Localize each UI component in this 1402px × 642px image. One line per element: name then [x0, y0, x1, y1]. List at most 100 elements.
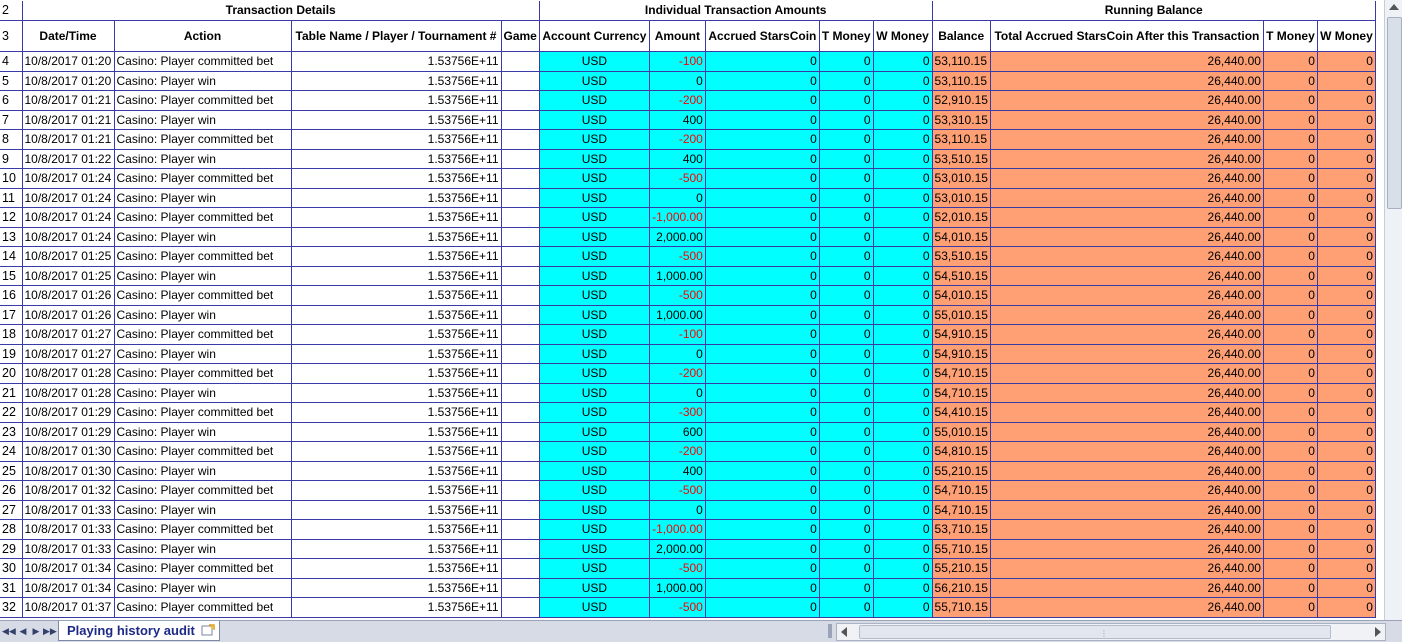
cell-balance[interactable]: 54,410.15 — [932, 402, 991, 423]
cell-date[interactable]: 10/8/2017 01:30 — [22, 441, 115, 462]
cell-game[interactable] — [501, 578, 540, 598]
row-number[interactable]: 18 — [0, 324, 23, 345]
cell-w-money-running[interactable]: 0 — [1317, 402, 1376, 423]
cell-amount[interactable]: 0 — [649, 500, 706, 520]
cell-w-money-running[interactable]: 0 — [1317, 168, 1376, 189]
cell-date[interactable]: 10/8/2017 01:26 — [22, 305, 115, 325]
cell-currency[interactable]: USD — [539, 422, 650, 442]
cell-game[interactable] — [501, 90, 540, 111]
cell-currency[interactable]: USD — [539, 519, 650, 540]
cell-amount[interactable]: -500 — [649, 285, 706, 306]
horizontal-scroll-thumb[interactable]: ⋮ — [859, 625, 1331, 639]
cell-total-accrued[interactable]: 26,440.00 — [990, 363, 1264, 384]
header-action[interactable]: Action — [114, 20, 292, 52]
row-number[interactable]: 31 — [0, 578, 23, 598]
cell-table-name[interactable]: 1.53756E+11 — [291, 246, 502, 267]
cell-total-accrued[interactable]: 26,440.00 — [990, 168, 1264, 189]
row-number[interactable]: 14 — [0, 246, 23, 267]
cell-game[interactable] — [501, 188, 540, 208]
cell-action[interactable]: Casino: Player win — [114, 71, 292, 91]
horizontal-scrollbar[interactable]: ⋮ — [836, 623, 1386, 641]
cell-t-money-running[interactable]: 0 — [1263, 168, 1318, 189]
row-number[interactable]: 11 — [0, 188, 23, 208]
cell-amount[interactable]: 2,000.00 — [649, 227, 706, 247]
cell-w-money-running[interactable]: 0 — [1317, 344, 1376, 364]
next-sheet-icon[interactable]: ▶ — [30, 625, 42, 637]
cell-date[interactable]: 10/8/2017 01:29 — [22, 422, 115, 442]
cell-table-name[interactable]: 1.53756E+11 — [291, 383, 502, 403]
cell-currency[interactable]: USD — [539, 110, 650, 130]
cell-date[interactable]: 10/8/2017 01:28 — [22, 363, 115, 384]
cell-action[interactable]: Casino: Player committed bet — [114, 90, 292, 111]
cell-amount[interactable]: -200 — [649, 363, 706, 384]
cell-w-money-running[interactable]: 0 — [1317, 441, 1376, 462]
cell-w-money-running[interactable]: 0 — [1317, 558, 1376, 579]
cell-t-money[interactable]: 0 — [819, 149, 874, 169]
cell-date[interactable]: 10/8/2017 01:30 — [22, 461, 115, 481]
cell-table-name[interactable]: 1.53756E+11 — [291, 285, 502, 306]
cell-date[interactable]: 10/8/2017 01:37 — [22, 597, 115, 618]
cell-total-accrued[interactable]: 26,440.00 — [990, 324, 1264, 345]
cell-action[interactable]: Casino: Player committed bet — [114, 168, 292, 189]
cell-accrued-starscoin[interactable]: 0 — [705, 207, 820, 228]
cell-amount[interactable]: 1,000.00 — [649, 578, 706, 598]
cell-table-name[interactable]: 1.53756E+11 — [291, 480, 502, 501]
row-number[interactable]: 9 — [0, 149, 23, 169]
row-number[interactable]: 4 — [0, 51, 23, 72]
cell-total-accrued[interactable]: 26,440.00 — [990, 461, 1264, 481]
cell-w-money-running[interactable]: 0 — [1317, 129, 1376, 150]
cell-t-money[interactable]: 0 — [819, 90, 874, 111]
cell-game[interactable] — [501, 519, 540, 540]
cell-amount[interactable]: -500 — [649, 558, 706, 579]
cell-accrued-starscoin[interactable]: 0 — [705, 188, 820, 208]
cell-date[interactable]: 10/8/2017 01:21 — [22, 90, 115, 111]
cell-amount[interactable]: 400 — [649, 461, 706, 481]
cell-currency[interactable]: USD — [539, 305, 650, 325]
cell-total-accrued[interactable]: 26,440.00 — [990, 519, 1264, 540]
last-sheet-icon[interactable]: ▶▶ — [43, 625, 57, 637]
cell-currency[interactable]: USD — [539, 558, 650, 579]
cell-currency[interactable]: USD — [539, 500, 650, 520]
cell-table-name[interactable]: 1.53756E+11 — [291, 149, 502, 169]
cell-game[interactable] — [501, 558, 540, 579]
cell-w-money-running[interactable]: 0 — [1317, 207, 1376, 228]
cell-accrued-starscoin[interactable]: 0 — [705, 363, 820, 384]
cell-date[interactable]: 10/8/2017 01:29 — [22, 402, 115, 423]
cell-table-name[interactable]: 1.53756E+11 — [291, 539, 502, 559]
cell-date[interactable]: 10/8/2017 01:33 — [22, 500, 115, 520]
cell-accrued-starscoin[interactable]: 0 — [705, 90, 820, 111]
cell-total-accrued[interactable]: 26,440.00 — [990, 90, 1264, 111]
cell-total-accrued[interactable]: 26,440.00 — [990, 558, 1264, 579]
row-number[interactable]: 29 — [0, 539, 23, 559]
cell-total-accrued[interactable]: 26,440.00 — [990, 344, 1264, 364]
cell-w-money[interactable]: 0 — [873, 227, 933, 247]
cell-amount[interactable]: 400 — [649, 110, 706, 130]
cell-t-money-running[interactable]: 0 — [1263, 71, 1318, 91]
row-number[interactable]: 2 — [0, 1, 23, 21]
header-date-time[interactable]: Date/Time — [22, 20, 115, 52]
cell-action[interactable]: Casino: Player committed bet — [114, 363, 292, 384]
insert-sheet-icon[interactable] — [201, 624, 215, 636]
cell-t-money[interactable]: 0 — [819, 285, 874, 306]
cell-table-name[interactable]: 1.53756E+11 — [291, 266, 502, 286]
cell-t-money-running[interactable]: 0 — [1263, 597, 1318, 618]
cell-table-name[interactable]: 1.53756E+11 — [291, 441, 502, 462]
cell-balance[interactable]: 55,710.15 — [932, 539, 991, 559]
cell-w-money[interactable]: 0 — [873, 363, 933, 384]
cell-t-money[interactable]: 0 — [819, 422, 874, 442]
cell-accrued-starscoin[interactable]: 0 — [705, 51, 820, 72]
cell-t-money[interactable]: 0 — [819, 461, 874, 481]
cell-action[interactable]: Casino: Player win — [114, 461, 292, 481]
cell-game[interactable] — [501, 480, 540, 501]
cell-amount[interactable]: -1,000.00 — [649, 519, 706, 540]
cell-date[interactable]: 10/8/2017 01:32 — [22, 480, 115, 501]
cell-w-money-running[interactable]: 0 — [1317, 422, 1376, 442]
cell-total-accrued[interactable]: 26,440.00 — [990, 480, 1264, 501]
cell-t-money[interactable]: 0 — [819, 597, 874, 618]
cell-w-money[interactable]: 0 — [873, 168, 933, 189]
header-amount[interactable]: Amount — [649, 20, 706, 52]
cell-amount[interactable]: 0 — [649, 188, 706, 208]
header-w-money-running[interactable]: W Money — [1317, 20, 1376, 52]
cell-w-money[interactable]: 0 — [873, 266, 933, 286]
cell-balance[interactable]: 54,710.15 — [932, 363, 991, 384]
